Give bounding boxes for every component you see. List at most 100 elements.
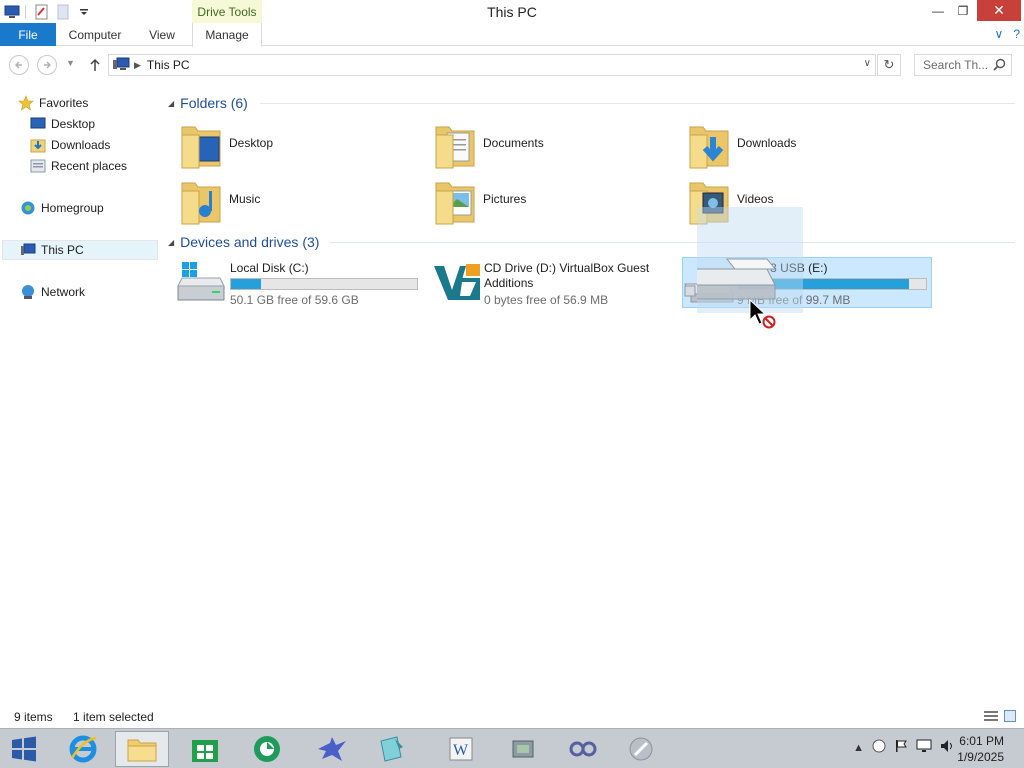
up-button[interactable] xyxy=(86,56,104,74)
folder-label: Downloads xyxy=(737,136,797,150)
recent-locations-chevron-icon[interactable]: ▼ xyxy=(66,58,75,68)
nav-homegroup-label: Homegroup xyxy=(41,201,104,215)
taskbar-store[interactable] xyxy=(178,731,232,767)
drive-tile-cd-drive[interactable]: CD Drive (D:) VirtualBox Guest Additions… xyxy=(430,258,676,310)
system-tray: ▲ xyxy=(853,739,956,756)
recent-places-icon xyxy=(30,158,46,174)
app-icon xyxy=(512,740,534,758)
nav-desktop-label: Desktop xyxy=(51,117,96,131)
tiles-view-icon[interactable] xyxy=(1004,710,1016,725)
drive-name-line2: Additions xyxy=(484,276,534,290)
taskbar: W ▲ 6:01 PM 1/9/2025 xyxy=(0,728,1024,768)
infinity-app-icon xyxy=(569,741,597,757)
help-icon[interactable]: ? xyxy=(1013,27,1020,41)
speaker-icon[interactable] xyxy=(940,739,956,756)
taskbar-file-explorer[interactable] xyxy=(115,731,169,767)
status-bar: 9 items 1 item selected xyxy=(0,706,1024,728)
taskbar-app-9[interactable] xyxy=(556,731,610,767)
expand-ribbon-icon[interactable]: ∨ xyxy=(995,27,1004,41)
breadcrumb-this-pc[interactable]: This PC xyxy=(147,58,190,72)
navigation-pane: Favorites Desktop Downloads Recent place… xyxy=(0,84,160,704)
taskbar-internet-explorer[interactable] xyxy=(56,731,110,767)
close-button[interactable]: ✕ xyxy=(977,0,1021,21)
restore-button[interactable]: ❐ xyxy=(951,0,975,21)
forward-button[interactable] xyxy=(37,55,57,75)
refresh-button[interactable]: ↻ xyxy=(877,54,901,76)
navigation-bar: ▼ ▶ This PC ∨ ↻ Search Th... xyxy=(0,46,1024,84)
tab-file[interactable]: File xyxy=(0,23,56,46)
tab-view[interactable]: View xyxy=(140,23,184,46)
tray-network-icon[interactable] xyxy=(872,739,886,756)
taskbar-word[interactable]: W xyxy=(434,731,488,767)
nav-this-pc[interactable]: This PC xyxy=(2,240,158,260)
nav-this-pc-label: This PC xyxy=(41,243,84,257)
documents-folder-icon xyxy=(433,121,477,169)
up-arrow-icon xyxy=(90,58,100,71)
nav-favorites-recent-places[interactable]: Recent places xyxy=(30,156,127,176)
drive-tile-local-disk[interactable]: Local Disk (C:) 50.1 GB free of 59.6 GB xyxy=(176,258,422,310)
group-divider xyxy=(260,103,1015,104)
nav-favorites[interactable]: Favorites xyxy=(18,93,88,113)
taskbar-bird-app[interactable] xyxy=(305,731,359,767)
notes-app-icon xyxy=(380,736,403,762)
start-button[interactable] xyxy=(0,731,48,767)
nav-favorites-desktop[interactable]: Desktop xyxy=(30,114,95,134)
tray-monitor-icon[interactable] xyxy=(916,739,932,756)
internet-explorer-icon xyxy=(69,735,97,763)
drive-usage-fill xyxy=(231,279,261,289)
ribbon-controls: ∨ ? xyxy=(995,27,1020,41)
taskbar-green-app[interactable] xyxy=(240,731,294,767)
show-hidden-icons-icon[interactable]: ▲ xyxy=(853,742,864,754)
address-dropdown-icon[interactable]: ∨ xyxy=(864,58,871,69)
green-circle-app-icon xyxy=(254,736,280,762)
homegroup-icon xyxy=(20,200,36,216)
folder-tile-pictures[interactable]: Pictures xyxy=(433,174,527,225)
search-input[interactable]: Search Th... xyxy=(914,54,1012,76)
search-placeholder: Search Th... xyxy=(923,58,989,72)
folders-group-header[interactable]: ◢ Folders (6) xyxy=(168,93,1018,113)
minimize-button[interactable]: — xyxy=(926,0,950,21)
back-button[interactable] xyxy=(9,55,29,75)
hard-drive-icon xyxy=(176,260,228,306)
selection-count: 1 item selected xyxy=(73,710,154,724)
file-explorer-icon xyxy=(127,739,157,762)
bird-app-icon xyxy=(318,737,346,761)
star-icon xyxy=(18,95,34,111)
address-bar[interactable]: ▶ This PC ∨ xyxy=(108,54,876,76)
tab-computer[interactable]: Computer xyxy=(62,23,128,46)
devices-group-header[interactable]: ◢ Devices and drives (3) xyxy=(168,232,1018,252)
folder-tile-documents[interactable]: Documents xyxy=(433,118,544,169)
app-icon xyxy=(629,737,653,761)
tab-manage[interactable]: Manage xyxy=(192,23,262,47)
collapse-arrow-icon[interactable]: ◢ xyxy=(168,99,174,108)
taskbar-clock[interactable]: 6:01 PM 1/9/2025 xyxy=(957,733,1004,765)
taskbar-app-8[interactable] xyxy=(496,731,550,767)
details-view-icon[interactable] xyxy=(984,710,998,725)
folder-label: Documents xyxy=(483,136,544,150)
drive-name-line1: CD Drive (D:) VirtualBox Guest xyxy=(484,261,650,275)
drive-usage-bar xyxy=(230,278,418,290)
view-switcher xyxy=(984,710,1016,725)
pictures-folder-icon xyxy=(433,177,477,225)
downloads-icon xyxy=(30,137,46,153)
breadcrumb-chevron-icon[interactable]: ▶ xyxy=(134,60,141,71)
nav-favorites-label: Favorites xyxy=(39,96,89,110)
folder-tile-music[interactable]: Music xyxy=(179,174,260,225)
folder-tile-downloads[interactable]: Downloads xyxy=(687,118,797,169)
this-pc-nav-icon xyxy=(20,242,36,258)
nav-homegroup[interactable]: Homegroup xyxy=(20,198,104,218)
nav-network[interactable]: Network xyxy=(20,282,85,302)
clock-date: 1/9/2025 xyxy=(957,750,1004,764)
collapse-arrow-icon[interactable]: ◢ xyxy=(168,238,174,247)
devices-group-title: Devices and drives (3) xyxy=(180,234,320,250)
nav-favorites-downloads[interactable]: Downloads xyxy=(30,135,110,155)
nav-downloads-label: Downloads xyxy=(51,138,111,152)
folder-label: Pictures xyxy=(483,192,527,206)
taskbar-notes-app[interactable] xyxy=(364,731,418,767)
folder-tile-desktop[interactable]: Desktop xyxy=(179,118,273,169)
folders-group-title: Folders (6) xyxy=(180,95,248,111)
folder-label: Videos xyxy=(737,192,774,206)
word-icon: W xyxy=(449,737,473,761)
action-center-flag-icon[interactable] xyxy=(894,739,908,756)
taskbar-app-10[interactable] xyxy=(614,731,668,767)
